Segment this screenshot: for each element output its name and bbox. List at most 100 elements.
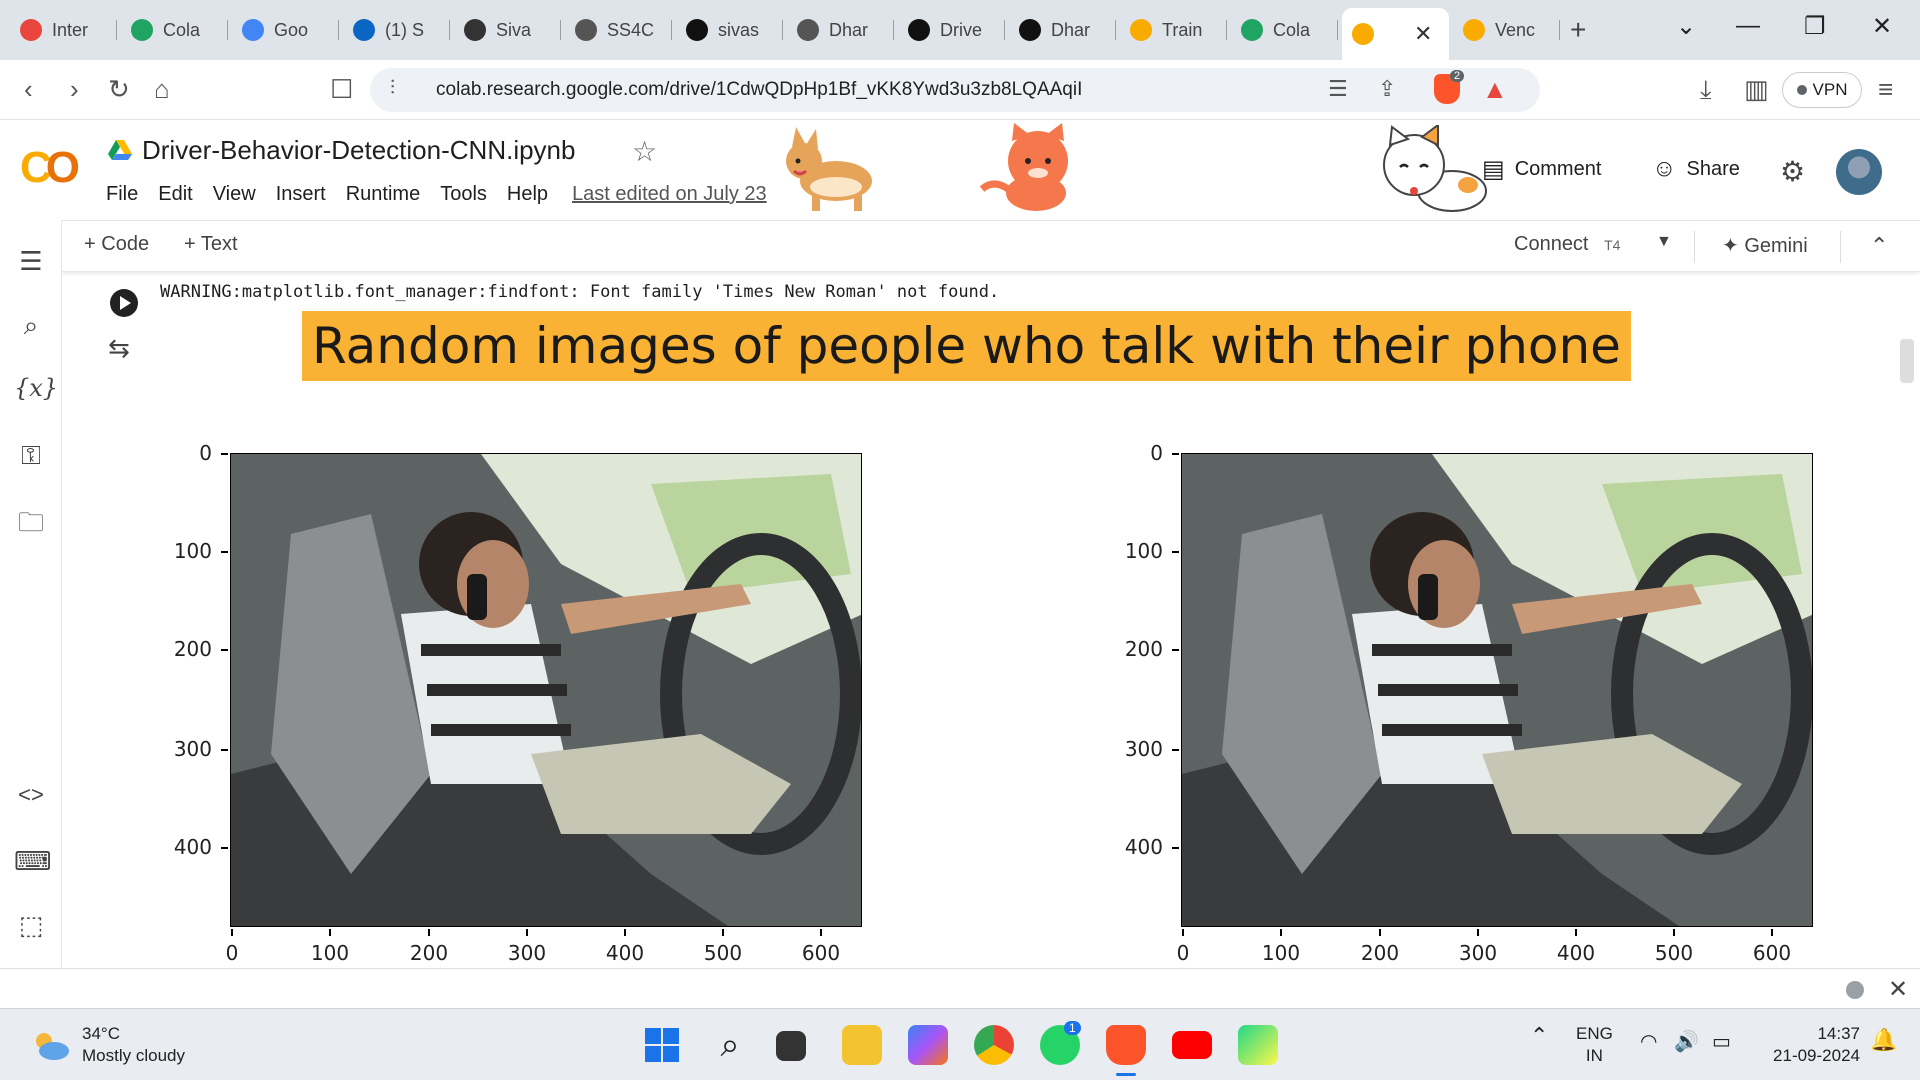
sidebar-toggle-icon[interactable]: ▥ — [1744, 74, 1769, 105]
browser-tab[interactable]: ✕ — [1342, 8, 1449, 60]
task-view-icon[interactable] — [776, 1031, 806, 1061]
notebook-name[interactable]: Driver-Behavior-Detection-CNN.ipynb — [142, 135, 575, 166]
reload-button[interactable]: ↻ — [108, 74, 130, 105]
gemini-button[interactable]: ✦ Gemini — [1722, 233, 1808, 258]
browser-tab[interactable]: Dhar — [787, 10, 894, 50]
restore-button[interactable]: ❐ — [1804, 12, 1826, 41]
vpn-button[interactable]: VPN — [1782, 72, 1862, 108]
close-window-button[interactable]: ✕ — [1872, 12, 1892, 41]
connect-button[interactable]: Connect T4 — [1514, 233, 1620, 256]
browser-tab[interactable]: sivas — [676, 10, 783, 50]
clock[interactable]: 14:37 21-09-2024 — [1760, 1023, 1860, 1067]
volume-icon[interactable]: 🔊 — [1674, 1031, 1699, 1053]
browser-tab[interactable]: SS4C — [565, 10, 672, 50]
add-code-cell-button[interactable]: + Code — [84, 233, 149, 256]
pycharm-icon[interactable] — [1238, 1025, 1278, 1065]
brave-browser-icon[interactable] — [1106, 1025, 1146, 1065]
y-tick-label: 100 — [152, 539, 228, 563]
output-scrollbar-thumb[interactable] — [1900, 339, 1914, 383]
back-button[interactable]: ‹ — [24, 74, 33, 105]
notebook-title[interactable]: Driver-Behavior-Detection-CNN.ipynb — [108, 135, 575, 166]
tab-search-chevron-icon[interactable]: ⌄ — [1676, 12, 1696, 41]
bookmark-icon[interactable]: ☐ — [330, 74, 353, 105]
toolbar-divider — [1694, 231, 1695, 263]
youtube-icon[interactable] — [1172, 1031, 1212, 1059]
battery-icon[interactable]: ▭ — [1712, 1031, 1731, 1053]
browser-tab[interactable]: Cola — [1231, 10, 1338, 50]
runtime-dropdown-chevron-icon[interactable]: ▼ — [1656, 233, 1672, 251]
minimize-button[interactable]: — — [1736, 12, 1760, 40]
language-indicator[interactable]: ENG IN — [1576, 1023, 1613, 1067]
weather-widget[interactable]: 34°C Mostly cloudy — [30, 1023, 185, 1067]
run-cell-button[interactable] — [110, 289, 138, 317]
browser-tab[interactable]: Inter — [10, 10, 117, 50]
add-text-label: Text — [200, 233, 238, 255]
menu-view[interactable]: View — [213, 183, 256, 206]
browser-tab[interactable]: Dhar — [1009, 10, 1116, 50]
brave-rewards-icon[interactable]: ▲ — [1482, 74, 1508, 105]
star-icon[interactable]: ☆ — [632, 135, 657, 168]
site-settings-icon[interactable]: ⫶ — [390, 77, 395, 100]
menu-insert[interactable]: Insert — [276, 183, 326, 206]
x-tick-label: 200 — [1350, 929, 1410, 965]
browser-tab[interactable]: Venc — [1453, 10, 1560, 50]
table-of-contents-icon[interactable]: ☰ — [14, 246, 48, 280]
address-bar[interactable]: ⫶ colab.research.google.com/drive/1CdwQD… — [370, 68, 1540, 112]
command-palette-icon[interactable]: ⌨ — [14, 846, 52, 880]
reader-mode-icon[interactable]: ☰ — [1328, 76, 1348, 102]
browser-tab[interactable]: Siva — [454, 10, 561, 50]
browser-tab[interactable]: Train — [1120, 10, 1227, 50]
new-tab-button[interactable]: + — [1570, 14, 1586, 46]
sparkle-icon: ✦ — [1722, 235, 1739, 257]
url-text[interactable]: colab.research.google.com/drive/1CdwQDpH… — [436, 79, 1082, 101]
colab-header: CO Driver-Behavior-Detection-CNN.ipynb ☆… — [0, 121, 1920, 219]
menu-edit[interactable]: Edit — [158, 183, 192, 206]
settings-gear-icon[interactable]: ⚙ — [1780, 155, 1805, 188]
menu-file[interactable]: File — [106, 183, 138, 206]
home-button[interactable]: ⌂ — [154, 74, 170, 105]
menu-runtime[interactable]: Runtime — [346, 183, 420, 206]
search-icon[interactable]: ⌕ — [14, 310, 48, 344]
wifi-signal-icon — [20, 19, 42, 41]
comment-button[interactable]: ▤ Comment — [1482, 155, 1601, 184]
x-tick-label: 400 — [1546, 929, 1606, 965]
browser-tab[interactable]: (1) S — [343, 10, 450, 50]
share-button[interactable]: ☺ Share — [1652, 155, 1740, 183]
share-page-icon[interactable]: ⇪ — [1378, 76, 1396, 102]
collapse-header-chevron-icon[interactable]: ⌃ — [1870, 233, 1888, 259]
downloads-icon[interactable]: ⤓ — [1700, 74, 1712, 106]
toolbar-divider — [1840, 231, 1841, 263]
code-snippets-icon[interactable]: <> — [14, 782, 48, 816]
copilot-icon[interactable] — [908, 1025, 948, 1065]
language-code: ENG — [1576, 1024, 1613, 1043]
browser-menu-icon[interactable]: ≡ — [1878, 74, 1893, 105]
show-hidden-icons-chevron-icon[interactable]: ⌃ — [1530, 1025, 1548, 1047]
browser-tab[interactable]: Goo — [232, 10, 339, 50]
files-folder-icon[interactable]: 🗀 — [14, 504, 48, 538]
google-drive-icon — [1241, 19, 1263, 41]
avatar[interactable] — [1836, 149, 1882, 195]
chrome-icon[interactable] — [974, 1025, 1014, 1065]
x-tick-label: 600 — [1742, 929, 1802, 965]
menu-tools[interactable]: Tools — [440, 183, 487, 206]
add-text-cell-button[interactable]: + Text — [184, 233, 238, 256]
forward-button[interactable]: › — [70, 74, 79, 105]
taskbar-search-icon[interactable]: ⌕ — [710, 1025, 750, 1065]
file-explorer-icon[interactable] — [842, 1025, 882, 1065]
secrets-key-icon[interactable]: ⚿ — [14, 440, 48, 474]
terminal-icon[interactable]: ⬚ — [14, 910, 48, 944]
output-actions-icon[interactable]: ⇆ — [108, 333, 130, 364]
close-panel-icon[interactable]: ✕ — [1888, 975, 1908, 1004]
tab-separator — [116, 20, 117, 40]
linkedin-icon — [353, 19, 375, 41]
close-tab-icon[interactable]: ✕ — [1414, 21, 1432, 47]
menu-help[interactable]: Help — [507, 183, 548, 206]
browser-tab[interactable]: Drive — [898, 10, 1005, 50]
last-edited-link[interactable]: Last edited on July 23 — [572, 183, 767, 206]
colab-logo[interactable]: CO — [20, 143, 80, 193]
browser-tab[interactable]: Cola — [121, 10, 228, 50]
notifications-bell-icon[interactable]: 🔔 — [1870, 1029, 1897, 1051]
start-button[interactable] — [642, 1025, 682, 1065]
variables-icon[interactable]: {x} — [14, 374, 58, 408]
wifi-icon[interactable]: ◠ — [1640, 1031, 1657, 1053]
